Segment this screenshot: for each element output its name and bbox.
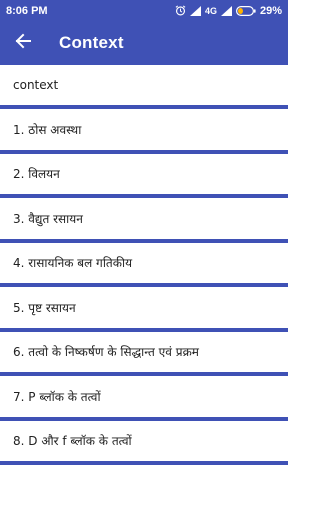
chapter-label: 7. P ब्लॉक के तत्वों — [13, 389, 101, 404]
app-bar: Context — [0, 21, 288, 65]
chapter-item-4[interactable]: 4. रासायनिक बल गतिकीय — [0, 243, 288, 284]
chapter-item-1[interactable]: 1. ठोस अवस्था — [0, 109, 288, 150]
chapter-label: 2. विलयन — [13, 167, 60, 182]
list-header: context — [13, 78, 59, 92]
chapter-item-2[interactable]: 2. विलयन — [0, 154, 288, 195]
signal-icon — [189, 5, 201, 16]
chapter-label: 4. रासायनिक बल गतिकीय — [13, 256, 133, 271]
chapter-item-8[interactable]: 8. D और f ब्लॉक के तत्वों — [0, 421, 288, 462]
alarm-icon — [175, 5, 186, 16]
chapter-item-6[interactable]: 6. तत्वो के निष्कर्षण के सिद्धान्त एवं प… — [0, 332, 288, 373]
status-bar: 8:06 PM 4G 29% — [0, 0, 288, 21]
status-time: 8:06 PM — [6, 4, 48, 17]
page-title: Context — [59, 33, 124, 52]
chapter-item-7[interactable]: 7. P ब्लॉक के तत्वों — [0, 376, 288, 417]
arrow-left-icon — [15, 33, 31, 53]
chapter-item-5[interactable]: 5. पृष्ट रसायन — [0, 287, 288, 328]
chapter-label: 3. वैद्युत रसायन — [13, 211, 83, 226]
chapter-label: 8. D और f ब्लॉक के तत्वों — [13, 434, 132, 449]
divider — [0, 461, 288, 465]
status-icons: 4G 29% — [175, 5, 282, 17]
battery-icon — [235, 5, 256, 16]
chapter-label: 6. तत्वो के निष्कर्षण के सिद्धान्त एवं प… — [13, 345, 199, 360]
battery-percent: 29% — [259, 4, 282, 17]
chapter-label: 5. पृष्ट रसायन — [13, 300, 76, 315]
network-type: 4G — [204, 5, 217, 16]
chapter-label: 1. ठोस अवस्था — [13, 122, 82, 137]
chapter-item-3[interactable]: 3. वैद्युत रसायन — [0, 198, 288, 239]
network-signal-icon — [220, 5, 232, 16]
back-button[interactable] — [1, 21, 45, 65]
chapter-list: context 1. ठोस अवस्था 2. विलयन 3. वैद्यु… — [0, 65, 288, 465]
